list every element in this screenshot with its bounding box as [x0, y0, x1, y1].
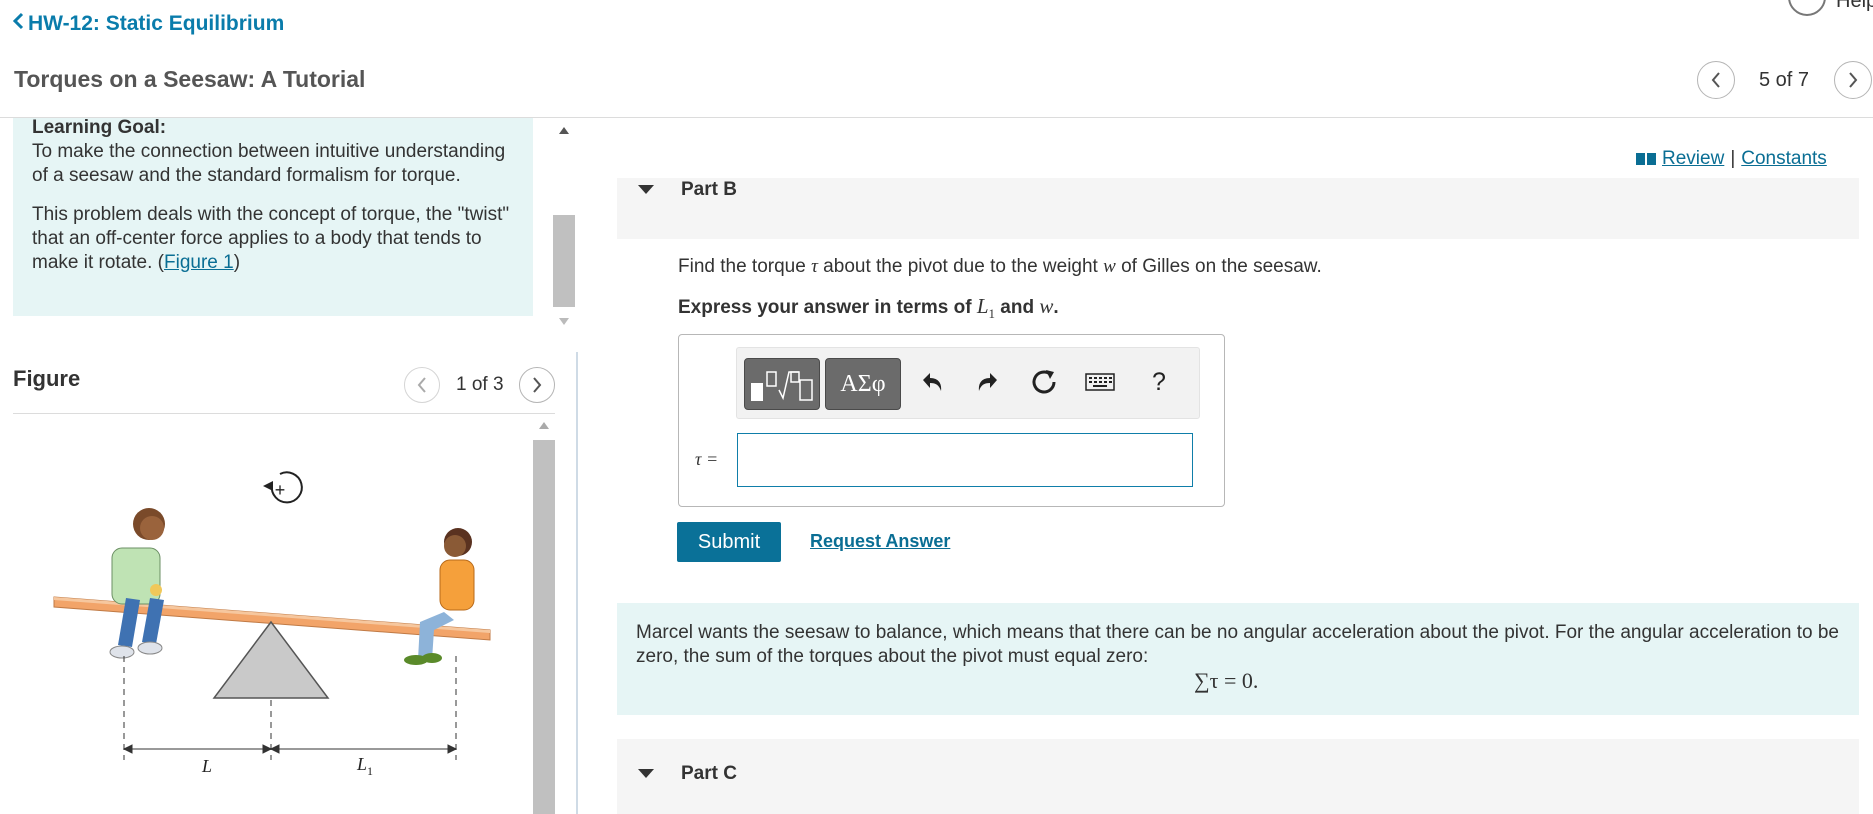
figure-previous-button[interactable]: [404, 367, 440, 403]
intro-scrollbar[interactable]: [553, 118, 575, 336]
templates-button[interactable]: [744, 358, 820, 410]
help-button[interactable]: ?: [1142, 364, 1176, 400]
chevron-right-icon: [1849, 72, 1858, 88]
chevron-left-icon: [417, 377, 426, 393]
label-L1: L1: [356, 754, 373, 778]
chevron-left-icon: [12, 12, 24, 36]
undo-button[interactable]: [915, 364, 949, 400]
next-item-button[interactable]: [1834, 61, 1872, 99]
svg-text:+: +: [275, 480, 286, 500]
collapse-triangle-icon[interactable]: [638, 769, 654, 778]
scroll-up-arrow-icon[interactable]: [559, 127, 569, 134]
keyboard-button[interactable]: [1083, 364, 1117, 400]
seesaw-pivot: [212, 620, 330, 699]
learning-goal-box: Learning Goal: To make the connection be…: [13, 117, 533, 316]
seesaw-figure: + L L1: [53, 471, 491, 778]
learning-goal-text: To make the connection between intuitive…: [32, 141, 506, 186]
rotation-direction-icon: +: [263, 471, 303, 504]
chevron-left-icon: [1711, 72, 1720, 88]
intro-scrollbar-thumb[interactable]: [553, 215, 575, 307]
redo-button[interactable]: [971, 364, 1005, 400]
submit-button[interactable]: Submit: [677, 522, 781, 562]
figure-link[interactable]: Figure 1: [164, 252, 234, 273]
undo-icon: [923, 373, 942, 391]
help-icon[interactable]: [1788, 0, 1826, 16]
assignment-back-link[interactable]: HW-12: Static Equilibrium: [12, 12, 284, 36]
torque-sum-equation: ∑τ = 0.: [1194, 668, 1259, 693]
figure-scrollbar[interactable]: [533, 420, 555, 814]
panel-divider: [576, 352, 578, 814]
figure-divider: [13, 413, 555, 414]
keyboard-icon: [1085, 373, 1115, 391]
kid-right: [404, 528, 475, 665]
page-title: Torques on a Seesaw: A Tutorial: [14, 66, 366, 92]
reset-icon: [1032, 370, 1056, 394]
part-c-header[interactable]: Part C: [617, 739, 1859, 814]
reset-button[interactable]: [1027, 364, 1061, 400]
chevron-right-icon: [533, 377, 542, 393]
figure-title: Figure: [13, 366, 81, 391]
intro-paragraph: This problem deals with the concept of t…: [32, 204, 510, 273]
express-instructions: Express your answer in terms of L1 and w…: [678, 294, 1059, 321]
kid-left: [109, 508, 165, 659]
question-text: Find the torque τ about the pivot due to…: [678, 256, 1322, 277]
part-b-label: Part B: [681, 179, 737, 200]
request-answer-link[interactable]: Request Answer: [810, 531, 950, 552]
label-L: L: [201, 756, 212, 776]
previous-item-button[interactable]: [1697, 61, 1735, 99]
figure-next-button[interactable]: [519, 367, 555, 403]
link-separator: |: [1730, 148, 1736, 169]
math-toolbar: ΑΣφ ?: [736, 347, 1200, 419]
scroll-down-arrow-icon[interactable]: [559, 318, 569, 325]
scroll-up-arrow-icon[interactable]: [539, 422, 549, 429]
hint-text: Marcel wants the seesaw to balance, whic…: [636, 622, 1840, 667]
part-c-label: Part C: [681, 763, 737, 784]
figure-scrollbar-thumb[interactable]: [533, 440, 555, 814]
book-icon: [1636, 153, 1656, 165]
collapse-triangle-icon[interactable]: [638, 185, 654, 194]
help-label[interactable]: Help: [1836, 0, 1873, 13]
learning-goal-heading: Learning Goal:: [32, 117, 167, 138]
answer-label: τ =: [695, 449, 719, 469]
item-page-indicator: 5 of 7: [1759, 69, 1810, 91]
greek-symbols-button[interactable]: ΑΣφ: [825, 358, 901, 410]
part-b-header[interactable]: Part B: [617, 178, 1859, 239]
constants-link[interactable]: Constants: [1741, 148, 1827, 170]
resource-links: Review | Constants: [1636, 148, 1827, 170]
figure-page-indicator: 1 of 3: [456, 374, 504, 395]
redo-icon: [978, 373, 997, 391]
torque-answer-input[interactable]: [737, 433, 1193, 487]
templates-icon: [751, 371, 813, 401]
assignment-title: HW-12: Static Equilibrium: [28, 12, 285, 35]
review-link[interactable]: Review: [1662, 148, 1724, 170]
